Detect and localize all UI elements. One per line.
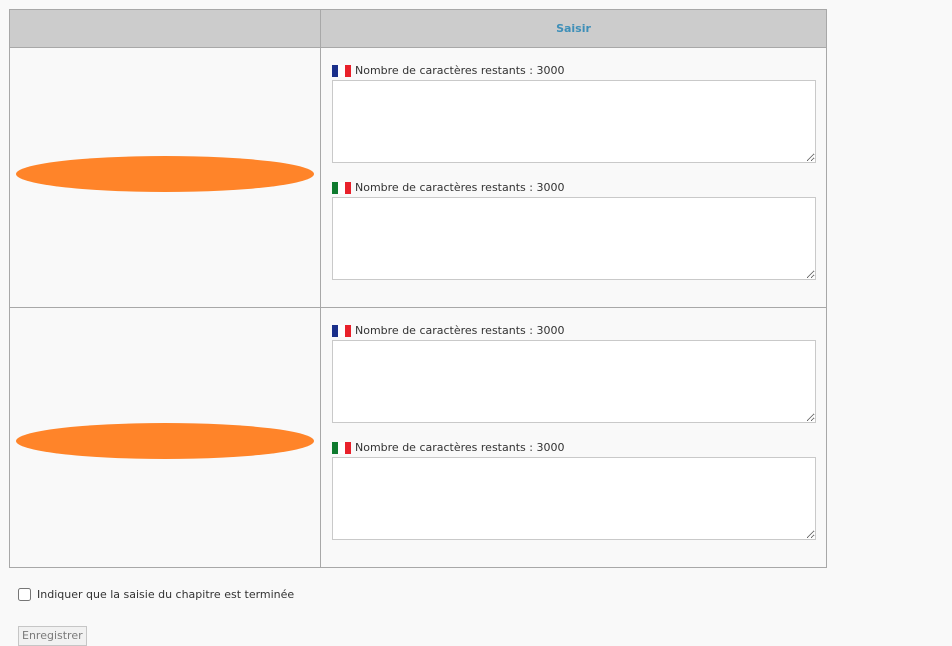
lang-block-it: Nombre de caractères restants : 3000 xyxy=(321,423,826,540)
counter-value: 3000 xyxy=(536,324,565,337)
table-row: Nombre de caractères restants : 3000 Nom… xyxy=(9,307,827,568)
translation-table: Saisir Nombre de caractères restants : 3… xyxy=(9,9,827,568)
french-flag-icon xyxy=(332,65,351,77)
text-input-it[interactable] xyxy=(332,197,816,280)
counter-value: 3000 xyxy=(536,441,565,454)
row-label-cell xyxy=(9,47,321,308)
row-label-cell xyxy=(9,307,321,568)
char-counter: Nombre de caractères restants : 3000 xyxy=(332,323,816,339)
char-counter: Nombre de caractères restants : 3000 xyxy=(332,63,816,79)
counter-separator: : xyxy=(525,324,537,337)
lang-block-it: Nombre de caractères restants : 3000 xyxy=(321,163,826,280)
text-input-fr[interactable] xyxy=(332,80,816,163)
counter-value: 3000 xyxy=(536,181,565,194)
italian-flag-icon xyxy=(332,182,351,194)
chapter-complete-label: Indiquer que la saisie du chapitre est t… xyxy=(37,588,295,601)
header-label-column xyxy=(9,9,321,48)
counter-label: Nombre de caractères restants xyxy=(355,181,526,194)
counter-label: Nombre de caractères restants xyxy=(355,441,526,454)
text-input-it[interactable] xyxy=(332,457,816,540)
header-input-column: Saisir xyxy=(320,9,827,48)
text-input-fr[interactable] xyxy=(332,340,816,423)
chapter-complete-checkbox[interactable] xyxy=(18,588,31,601)
chapter-complete-row[interactable]: Indiquer que la saisie du chapitre est t… xyxy=(18,588,294,601)
counter-separator: : xyxy=(525,64,537,77)
row-input-cell: Nombre de caractères restants : 3000 Nom… xyxy=(320,47,827,308)
counter-separator: : xyxy=(525,441,537,454)
char-counter: Nombre de caractères restants : 3000 xyxy=(332,440,816,456)
counter-separator: : xyxy=(525,181,537,194)
italian-flag-icon xyxy=(332,442,351,454)
char-counter: Nombre de caractères restants : 3000 xyxy=(332,180,816,196)
counter-value: 3000 xyxy=(536,64,565,77)
lang-block-fr: Nombre de caractères restants : 3000 xyxy=(321,308,826,423)
redacted-label xyxy=(16,156,314,192)
table-row: Nombre de caractères restants : 3000 Nom… xyxy=(9,47,827,308)
counter-label: Nombre de caractères restants xyxy=(355,64,526,77)
counter-label: Nombre de caractères restants xyxy=(355,324,526,337)
save-button[interactable]: Enregistrer xyxy=(18,626,87,646)
row-input-cell: Nombre de caractères restants : 3000 Nom… xyxy=(320,307,827,568)
lang-block-fr: Nombre de caractères restants : 3000 xyxy=(321,48,826,163)
redacted-label xyxy=(16,423,314,459)
page: Saisir Nombre de caractères restants : 3… xyxy=(0,0,952,646)
french-flag-icon xyxy=(332,325,351,337)
table-header-row: Saisir xyxy=(9,9,827,48)
